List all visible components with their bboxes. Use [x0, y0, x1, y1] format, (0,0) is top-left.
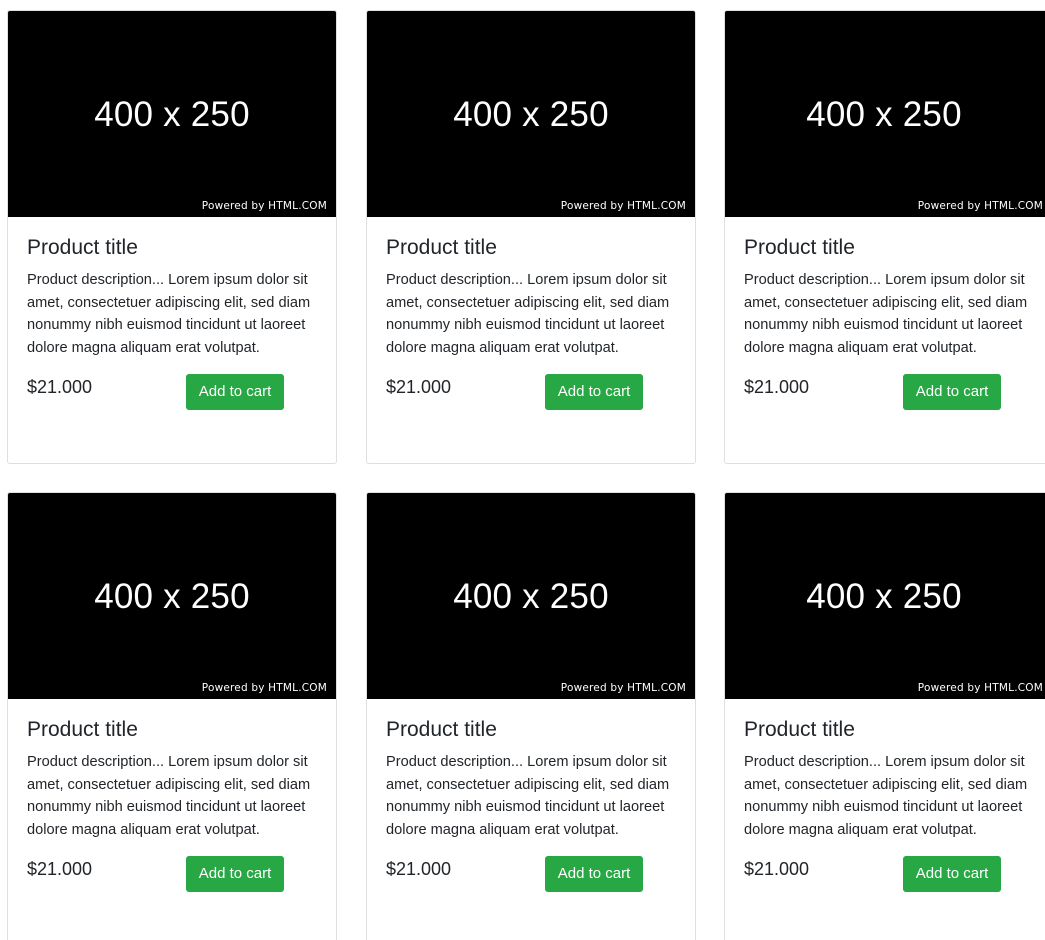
product-title: Product title [744, 718, 855, 741]
product-image-placeholder: 400 x 250 Powered by HTML.COM [367, 11, 695, 217]
card-footer: $21.000 Add to cart [27, 856, 318, 896]
product-title: Product title [27, 236, 138, 259]
image-size-label: 400 x 250 [94, 577, 250, 616]
product-price: $21.000 [27, 377, 93, 398]
product-price: $21.000 [386, 859, 452, 880]
card-body: Product title Product description... Lor… [725, 699, 1045, 896]
image-size-label: 400 x 250 [453, 95, 609, 134]
card-footer: $21.000 Add to cart [744, 374, 1045, 414]
product-image-placeholder: 400 x 250 Powered by HTML.COM [725, 493, 1045, 699]
image-credit: Powered by HTML.COM [917, 682, 1043, 694]
add-to-cart-button[interactable]: Add to cart [186, 374, 284, 411]
product-card: 400 x 250 Powered by HTML.COM Product ti… [7, 10, 337, 464]
card-body: Product title Product description... Lor… [367, 699, 695, 896]
product-title: Product title [744, 236, 855, 259]
product-image-placeholder: 400 x 250 Powered by HTML.COM [367, 493, 695, 699]
product-title: Product title [386, 718, 497, 741]
add-to-cart-button[interactable]: Add to cart [903, 374, 1001, 411]
product-price: $21.000 [386, 377, 452, 398]
add-to-cart-button[interactable]: Add to cart [186, 856, 284, 893]
product-title: Product title [386, 236, 497, 259]
product-description: Product description... Lorem ipsum dolor… [27, 754, 311, 838]
card-footer: $21.000 Add to cart [386, 374, 677, 414]
product-card: 400 x 250 Powered by HTML.COM Product ti… [7, 492, 337, 940]
product-description: Product description... Lorem ipsum dolor… [744, 272, 1028, 356]
product-description: Product description... Lorem ipsum dolor… [386, 754, 670, 838]
image-size-label: 400 x 250 [806, 95, 962, 134]
card-body: Product title Product description... Lor… [8, 699, 336, 896]
product-description: Product description... Lorem ipsum dolor… [744, 754, 1028, 838]
image-size-label: 400 x 250 [94, 95, 250, 134]
image-credit: Powered by HTML.COM [560, 682, 686, 694]
image-credit: Powered by HTML.COM [201, 682, 327, 694]
card-body: Product title Product description... Lor… [8, 217, 336, 414]
add-to-cart-button[interactable]: Add to cart [903, 856, 1001, 893]
product-image-placeholder: 400 x 250 Powered by HTML.COM [8, 11, 336, 217]
product-card: 400 x 250 Powered by HTML.COM Product ti… [724, 492, 1045, 940]
image-size-label: 400 x 250 [806, 577, 962, 616]
image-credit: Powered by HTML.COM [917, 200, 1043, 212]
product-price: $21.000 [27, 859, 93, 880]
product-image-placeholder: 400 x 250 Powered by HTML.COM [8, 493, 336, 699]
card-body: Product title Product description... Lor… [725, 217, 1045, 414]
product-image-placeholder: 400 x 250 Powered by HTML.COM [725, 11, 1045, 217]
product-description: Product description... Lorem ipsum dolor… [27, 272, 311, 356]
product-price: $21.000 [744, 859, 810, 880]
product-grid: 400 x 250 Powered by HTML.COM Product ti… [0, 0, 1045, 940]
add-to-cart-button[interactable]: Add to cart [545, 374, 643, 411]
product-title: Product title [27, 718, 138, 741]
product-card: 400 x 250 Powered by HTML.COM Product ti… [724, 10, 1045, 464]
image-credit: Powered by HTML.COM [201, 200, 327, 212]
product-description: Product description... Lorem ipsum dolor… [386, 272, 670, 356]
product-card: 400 x 250 Powered by HTML.COM Product ti… [366, 492, 696, 940]
card-body: Product title Product description... Lor… [367, 217, 695, 414]
card-footer: $21.000 Add to cart [27, 374, 318, 414]
card-footer: $21.000 Add to cart [386, 856, 677, 896]
image-size-label: 400 x 250 [453, 577, 609, 616]
add-to-cart-button[interactable]: Add to cart [545, 856, 643, 893]
image-credit: Powered by HTML.COM [560, 200, 686, 212]
product-card: 400 x 250 Powered by HTML.COM Product ti… [366, 10, 696, 464]
card-footer: $21.000 Add to cart [744, 856, 1045, 896]
product-price: $21.000 [744, 377, 810, 398]
